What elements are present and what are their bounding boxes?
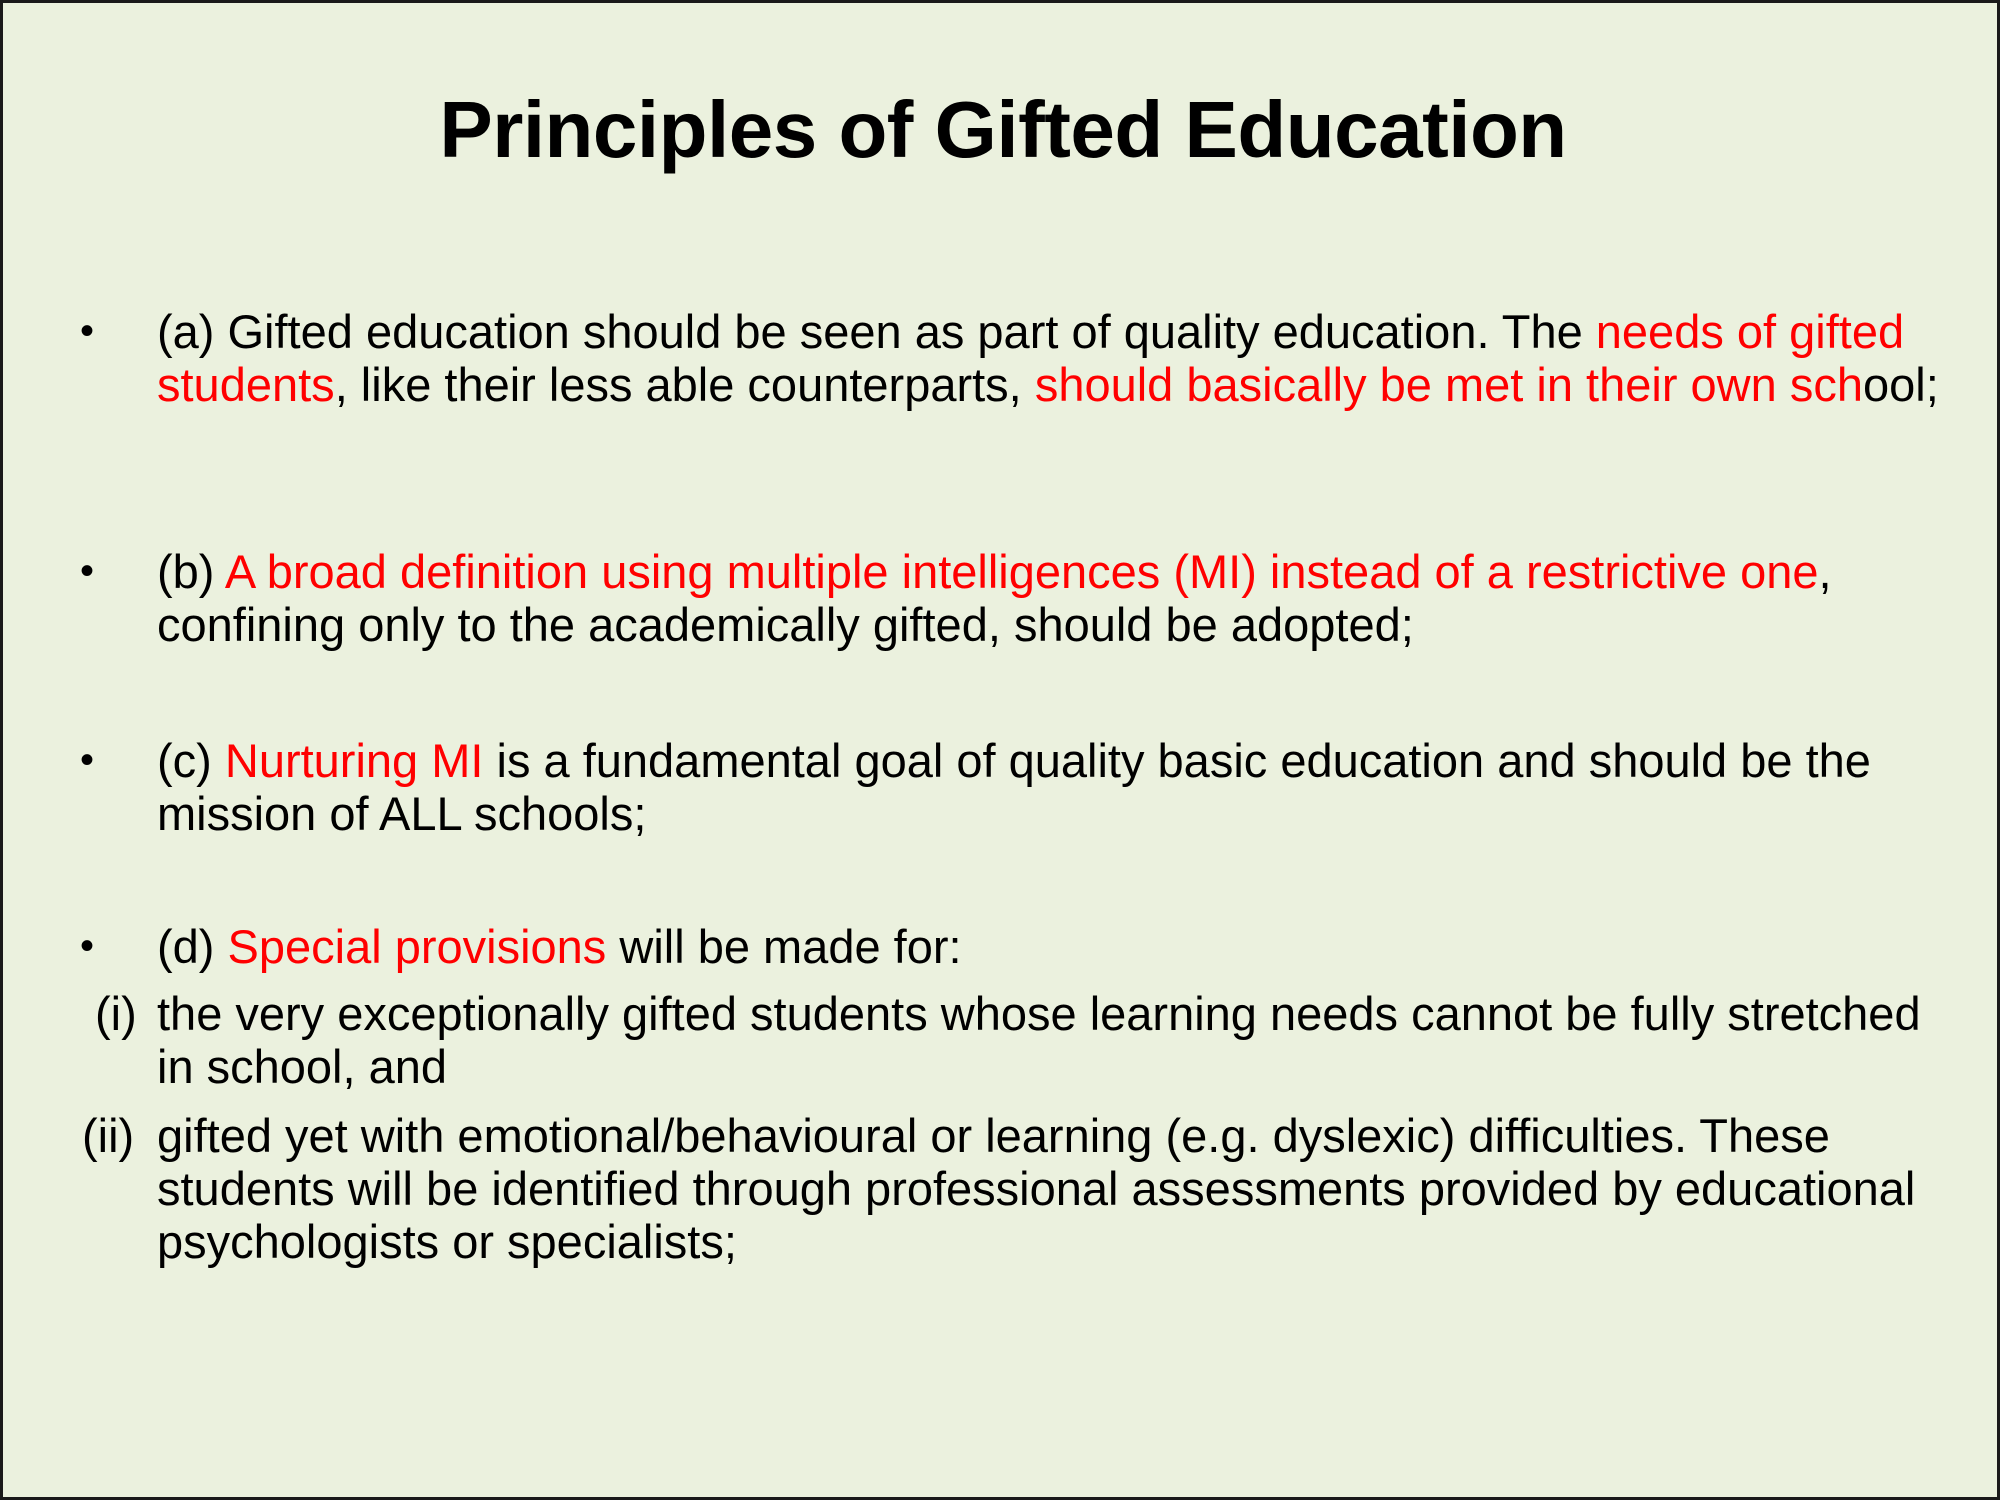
bullet-point-icon: •	[80, 738, 95, 782]
bullet-item-a: • (a) Gifted education should be seen as…	[80, 305, 1967, 411]
highlighted-text: A broad definition using multiple intell…	[224, 545, 1819, 598]
text-segment: ool;	[1862, 358, 1939, 411]
sub-item-i: (i) the very exceptionally gifted studen…	[95, 987, 1967, 1093]
bullet-item-d: • (d) Special provisions will be made fo…	[80, 920, 1967, 973]
text-segment: (c)	[157, 734, 225, 787]
text-segment: (a) Gifted education should be seen as p…	[157, 305, 1596, 358]
bullet-item-b: • (b) A broad definition using multiple …	[80, 545, 1967, 651]
sub-item-ii: (ii) gifted yet with emotional/behaviour…	[82, 1109, 1967, 1268]
sub-item-number: (i)	[95, 987, 137, 1040]
text-segment: (d)	[157, 920, 228, 973]
bullet-point-icon: •	[80, 924, 95, 968]
text-segment: will be made for:	[606, 920, 962, 973]
text-segment: , like their less able counterparts,	[334, 358, 1035, 411]
bullet-list: • (a) Gifted education should be seen as…	[3, 3, 2000, 1503]
sub-item-text: the very exceptionally gifted students w…	[157, 987, 1921, 1093]
bullet-item-c: • (c) Nurturing MI is a fundamental goal…	[80, 734, 1967, 840]
highlighted-text: should basically be met in their own sch	[1034, 358, 1863, 411]
slide: Principles of Gifted Education • (a) Gif…	[0, 0, 2000, 1500]
highlighted-text: Nurturing MI	[224, 734, 484, 787]
sub-item-text: gifted yet with emotional/behavioural or…	[157, 1109, 1916, 1268]
sub-item-number: (ii)	[82, 1109, 135, 1162]
bullet-point-icon: •	[80, 309, 95, 353]
text-segment: (b)	[157, 545, 225, 598]
bullet-point-icon: •	[80, 549, 95, 593]
highlighted-text: Special provisions	[227, 920, 607, 973]
